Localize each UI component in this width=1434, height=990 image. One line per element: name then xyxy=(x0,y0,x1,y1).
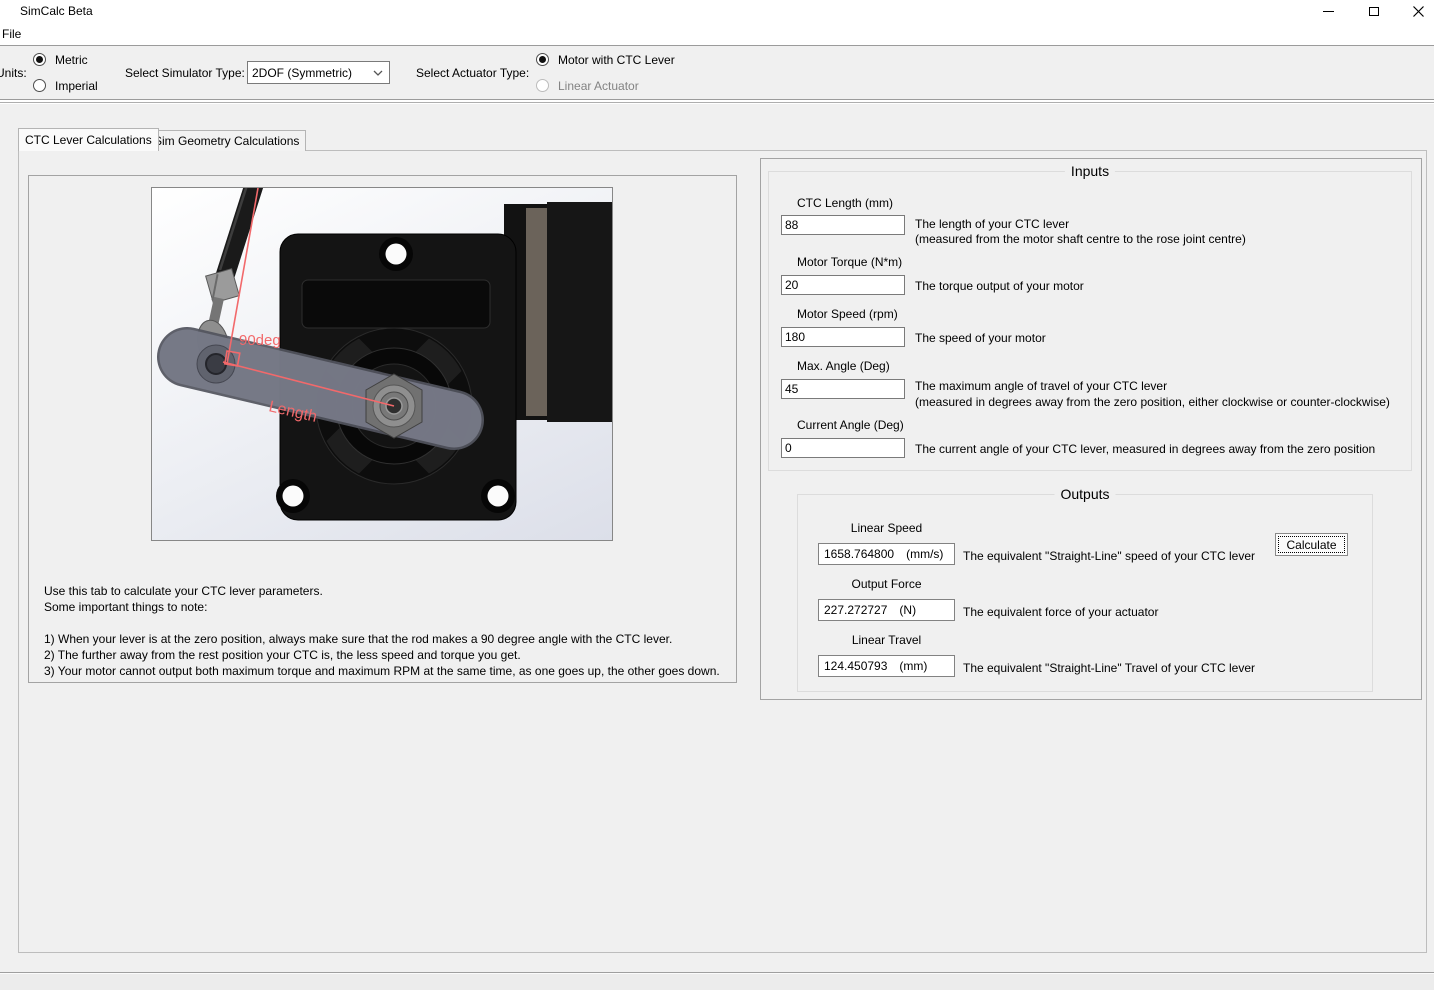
radio-metric-label[interactable]: Metric xyxy=(55,53,88,67)
linear-speed-unit: (mm/s) xyxy=(906,547,943,561)
simulator-type-value: 2DOF (Symmetric) xyxy=(252,66,352,80)
output-force-value: 227.272727 xyxy=(824,603,887,617)
current-angle-value: 0 xyxy=(785,441,792,455)
radio-metric[interactable] xyxy=(33,53,46,66)
max-angle-label: Max. Angle (Deg) xyxy=(797,359,890,373)
simulator-type-label: Select Simulator Type: xyxy=(125,66,245,80)
motor-torque-input[interactable]: 20 xyxy=(781,275,905,295)
note-line xyxy=(44,615,720,631)
max-angle-desc2: (measured in degrees away from the zero … xyxy=(915,394,1390,410)
current-angle-input[interactable]: 0 xyxy=(781,438,905,458)
note-line: Use this tab to calculate your CTC lever… xyxy=(44,583,720,599)
outputs-group-title: Outputs xyxy=(1054,486,1115,502)
motor-speed-label: Motor Speed (rpm) xyxy=(797,307,898,321)
ctc-lever-picture: 90deg Length xyxy=(151,187,613,541)
note-line: 3) Your motor cannot output both maximum… xyxy=(44,663,720,679)
radio-linear-actuator xyxy=(536,79,549,92)
ctc-length-value: 88 xyxy=(785,218,798,232)
motor-speed-desc: The speed of your motor xyxy=(915,330,1046,346)
linear-travel-unit: (mm) xyxy=(899,659,927,673)
radio-motor-ctc-lever-label[interactable]: Motor with CTC Lever xyxy=(558,53,675,67)
tab-ctc-lever-calculations[interactable]: CTC Lever Calculations xyxy=(18,128,159,151)
linear-travel-output: 124.450793 (mm) xyxy=(818,655,955,677)
inputs-group-title: Inputs xyxy=(1065,163,1115,179)
note-line: Some important things to note: xyxy=(44,599,720,615)
radio-imperial-label[interactable]: Imperial xyxy=(55,79,98,93)
bottom-strip xyxy=(0,972,1434,990)
minimize-icon xyxy=(1323,11,1334,12)
output-force-desc: The equivalent force of your actuator xyxy=(963,604,1158,620)
radio-motor-ctc-lever[interactable] xyxy=(536,53,549,66)
ctc-length-desc2: (measured from the motor shaft centre to… xyxy=(915,231,1246,247)
maximize-button[interactable] xyxy=(1351,0,1396,22)
linear-speed-output: 1658.764800 (mm/s) xyxy=(818,543,955,565)
angle-annotation-label: 90deg xyxy=(239,332,281,349)
menu-file[interactable]: File xyxy=(0,27,26,41)
motor-speed-value: 180 xyxy=(785,330,805,344)
minimize-button[interactable] xyxy=(1306,0,1351,22)
calculate-button[interactable]: Calculate xyxy=(1275,533,1348,556)
actuator-type-label: Select Actuator Type: xyxy=(416,66,529,80)
close-icon xyxy=(1413,6,1424,17)
ctc-lever-diagram: 90deg Length xyxy=(152,188,612,540)
linear-travel-value: 124.450793 xyxy=(824,659,887,673)
tab-sim-geometry-calculations[interactable]: Sim Geometry Calculations xyxy=(147,130,306,151)
title-bar: SimCalc Beta xyxy=(0,0,1434,22)
linear-travel-label: Linear Travel xyxy=(818,633,955,647)
chevron-down-icon xyxy=(373,70,383,76)
ctc-length-label: CTC Length (mm) xyxy=(797,196,893,210)
note-line: 1) When your lever is at the zero positi… xyxy=(44,631,720,647)
window-title: SimCalc Beta xyxy=(20,4,93,18)
motor-speed-input[interactable]: 180 xyxy=(781,327,905,347)
linear-speed-desc: The equivalent "Straight-Line" speed of … xyxy=(963,548,1255,564)
max-angle-value: 45 xyxy=(785,382,798,396)
current-angle-label: Current Angle (Deg) xyxy=(797,418,904,432)
max-angle-input[interactable]: 45 xyxy=(781,379,905,399)
ctc-length-input[interactable]: 88 xyxy=(781,215,905,235)
motor-torque-label: Motor Torque (N*m) xyxy=(797,255,902,269)
close-button[interactable] xyxy=(1396,0,1434,22)
output-force-output: 227.272727 (N) xyxy=(818,599,955,621)
max-angle-desc: The maximum angle of travel of your CTC … xyxy=(915,378,1167,394)
radio-linear-actuator-label: Linear Actuator xyxy=(558,79,639,93)
notes-block: Use this tab to calculate your CTC lever… xyxy=(44,583,720,679)
output-force-label: Output Force xyxy=(818,577,955,591)
linear-speed-label: Linear Speed xyxy=(818,521,955,535)
ctc-length-desc: The length of your CTC lever xyxy=(915,216,1069,232)
tab-label: Sim Geometry Calculations xyxy=(154,134,299,148)
note-line: 2) The further away from the rest positi… xyxy=(44,647,720,663)
tab-label: CTC Lever Calculations xyxy=(25,133,152,147)
menu-bar: File xyxy=(0,22,1434,45)
output-force-unit: (N) xyxy=(899,603,916,617)
linear-travel-desc: The equivalent "Straight-Line" Travel of… xyxy=(963,660,1255,676)
motor-torque-desc: The torque output of your motor xyxy=(915,278,1084,294)
linear-speed-value: 1658.764800 xyxy=(824,547,894,561)
maximize-icon xyxy=(1369,7,1379,16)
simulator-type-dropdown[interactable]: 2DOF (Symmetric) xyxy=(247,61,390,84)
radio-imperial[interactable] xyxy=(33,79,46,92)
current-angle-desc: The current angle of your CTC lever, mea… xyxy=(915,441,1375,457)
units-label: Units: xyxy=(0,66,27,80)
motor-torque-value: 20 xyxy=(785,278,798,292)
